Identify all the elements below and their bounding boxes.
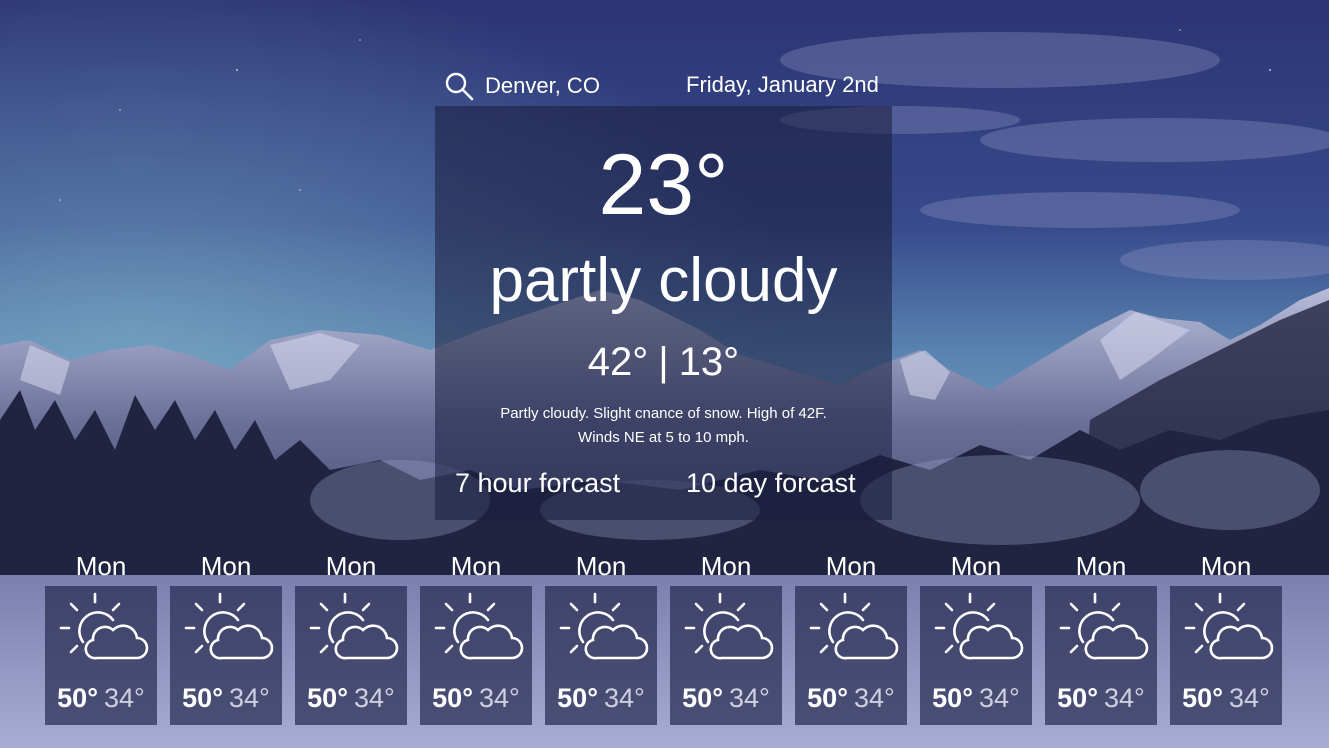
forecast-high: 50° bbox=[807, 683, 848, 713]
forecast-low: 34° bbox=[729, 683, 770, 713]
description-line-1: Partly cloudy. Slight cnance of snow. Hi… bbox=[500, 405, 827, 422]
forecast-day-name: Mon bbox=[75, 551, 127, 581]
forecast-day-card[interactable]: Mon 50° 34° bbox=[795, 549, 907, 725]
forecast-high: 50° bbox=[557, 683, 598, 713]
partly-cloudy-icon bbox=[1057, 590, 1149, 666]
partly-cloudy-icon bbox=[682, 590, 774, 666]
forecast-day-name: Mon bbox=[325, 551, 377, 581]
forecast-high: 50° bbox=[682, 683, 723, 713]
forecast-day-card[interactable]: Mon 50° 34° bbox=[170, 549, 282, 725]
current-date: Friday, January 2nd bbox=[686, 72, 879, 97]
forecast-high: 50° bbox=[1057, 683, 1098, 713]
forecast-temperatures: 50° 34° bbox=[545, 683, 657, 713]
high-low: 42° | 13° bbox=[435, 342, 892, 382]
partly-cloudy-icon bbox=[807, 590, 899, 666]
partly-cloudy-icon bbox=[432, 590, 524, 666]
forecast-temperatures: 50° 34° bbox=[295, 683, 407, 713]
current-temperature: 23° bbox=[598, 137, 729, 233]
forecast-low: 34° bbox=[1229, 683, 1270, 713]
forecast-day-name: Mon bbox=[825, 551, 877, 581]
forecast-low: 34° bbox=[104, 683, 145, 713]
forecast-high: 50° bbox=[932, 683, 973, 713]
forecast-day-name: Mon bbox=[1075, 551, 1127, 581]
top-bar: Denver, CO Friday, January 2nd bbox=[0, 66, 1329, 106]
forecast-high: 50° bbox=[432, 683, 473, 713]
forecast-day-name: Mon bbox=[575, 551, 627, 581]
forecast-low: 34° bbox=[354, 683, 395, 713]
partly-cloudy-icon bbox=[932, 590, 1024, 666]
forecast-low: 34° bbox=[979, 683, 1020, 713]
forecast-temperatures: 50° 34° bbox=[920, 683, 1032, 713]
forecast-day-name: Mon bbox=[700, 551, 752, 581]
forecast-temperatures: 50° 34° bbox=[1045, 683, 1157, 713]
forecast-low: 34° bbox=[604, 683, 645, 713]
partly-cloudy-icon bbox=[182, 590, 274, 666]
forecast-day-card[interactable]: Mon 50° 34° bbox=[545, 549, 657, 725]
forecast-day-card[interactable]: Mon 50° 34° bbox=[920, 549, 1032, 725]
location-search[interactable]: Denver, CO bbox=[443, 70, 600, 102]
forecast-day-name: Mon bbox=[200, 551, 252, 581]
partly-cloudy-icon bbox=[57, 590, 149, 666]
search-icon[interactable] bbox=[443, 70, 475, 102]
partly-cloudy-icon bbox=[557, 590, 649, 666]
forecast-day-card[interactable]: Mon 50° 34° bbox=[670, 549, 782, 725]
forecast-high: 50° bbox=[57, 683, 98, 713]
high-low-separator: | bbox=[658, 340, 669, 384]
hourly-forecast-link[interactable]: 7 hour forcast bbox=[455, 468, 620, 499]
forecast-day-name: Mon bbox=[950, 551, 1002, 581]
forecast-day-card[interactable]: Mon 50° 34° bbox=[1045, 549, 1157, 725]
forecast-day-card[interactable]: Mon 50° 34° bbox=[420, 549, 532, 725]
forecast-temperatures: 50° 34° bbox=[795, 683, 907, 713]
forecast-strip: Mon 50° 34° Mon 50° 34° Mon 50° 34° Mon 50° 34° Mon 5… bbox=[45, 549, 1285, 729]
forecast-temperatures: 50° 34° bbox=[170, 683, 282, 713]
forecast-day-card[interactable]: Mon 50° 34° bbox=[295, 549, 407, 725]
partly-cloudy-icon bbox=[307, 590, 399, 666]
weather-description: Partly cloudy. Slight cnance of snow. Hi… bbox=[455, 402, 872, 450]
forecast-day-card[interactable]: Mon 50° 34° bbox=[45, 549, 157, 725]
current-condition: partly cloudy bbox=[489, 246, 838, 315]
forecast-day-name: Mon bbox=[1200, 551, 1252, 581]
forecast-temperatures: 50° 34° bbox=[45, 683, 157, 713]
forecast-low: 34° bbox=[479, 683, 520, 713]
low-temperature: 13° bbox=[678, 340, 740, 384]
forecast-high: 50° bbox=[307, 683, 348, 713]
location-label[interactable]: Denver, CO bbox=[485, 73, 600, 99]
partly-cloudy-icon bbox=[1182, 590, 1274, 666]
high-temperature: 42° bbox=[587, 340, 649, 384]
forecast-temperatures: 50° 34° bbox=[420, 683, 532, 713]
forecast-low: 34° bbox=[229, 683, 270, 713]
forecast-temperatures: 50° 34° bbox=[1170, 683, 1282, 713]
current-weather-panel: 23° partly cloudy 42° | 13° Partly cloudy.… bbox=[435, 106, 892, 520]
daily-forecast-link[interactable]: 10 day forcast bbox=[686, 468, 856, 499]
forecast-low: 34° bbox=[854, 683, 895, 713]
forecast-day-card[interactable]: Mon 50° 34° bbox=[1170, 549, 1282, 725]
forecast-temperatures: 50° 34° bbox=[670, 683, 782, 713]
forecast-high: 50° bbox=[182, 683, 223, 713]
forecast-day-name: Mon bbox=[450, 551, 502, 581]
forecast-low: 34° bbox=[1104, 683, 1145, 713]
description-line-2: Winds NE at 5 to 10 mph. bbox=[578, 429, 749, 446]
forecast-high: 50° bbox=[1182, 683, 1223, 713]
